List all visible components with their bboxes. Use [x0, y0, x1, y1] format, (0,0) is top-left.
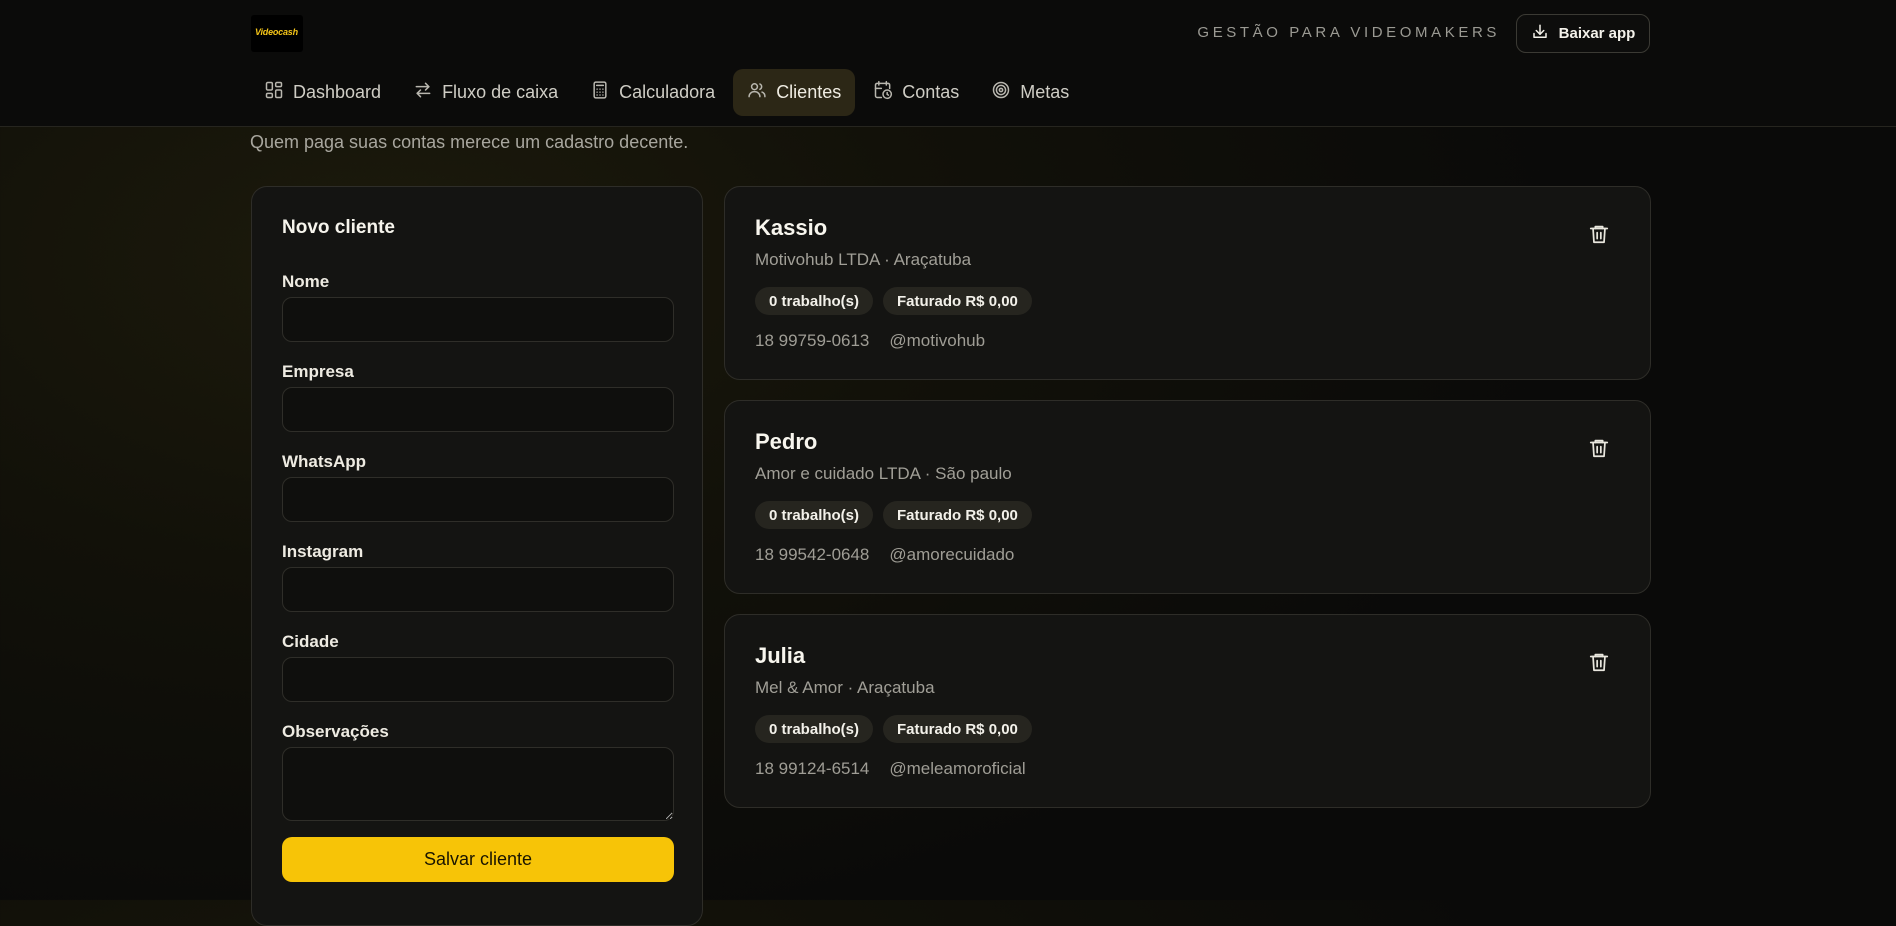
save-client-button[interactable]: Salvar cliente	[282, 837, 674, 882]
client-phone: 18 99542-0648	[755, 545, 870, 564]
client-name: Kassio	[755, 215, 828, 240]
grid-icon	[264, 80, 284, 105]
nav-item-calculadora[interactable]: Calculadora	[576, 69, 729, 116]
download-app-label: Baixar app	[1558, 25, 1636, 42]
top-bar: Videocash GESTÃO PARA VIDEOMAKERS Baixar…	[0, 0, 1896, 127]
nav-label-contas: Contas	[902, 82, 960, 102]
client-instagram: @meleamoroficial	[889, 759, 1026, 778]
nav-item-fluxo-de-caixa[interactable]: Fluxo de caixa	[399, 69, 572, 116]
nav-label-clientes: Clientes	[776, 82, 842, 102]
page-subtitle: Quem paga suas contas merece um cadastro…	[250, 132, 689, 152]
client-badges: 0 trabalho(s) Faturado R$ 0,00	[755, 501, 1032, 529]
main-nav: Dashboard Fluxo de caixa Calculadora Cli…	[250, 69, 1083, 116]
observacoes-label: Observações	[282, 722, 389, 741]
trash-icon	[1588, 439, 1610, 463]
billed-badge: Faturado R$ 0,00	[883, 287, 1032, 315]
client-name: Julia	[755, 643, 806, 668]
instagram-field[interactable]	[282, 567, 674, 612]
billed-badge: Faturado R$ 0,00	[883, 501, 1032, 529]
nav-label-metas: Metas	[1020, 82, 1070, 102]
download-app-button[interactable]: Baixar app	[1516, 14, 1650, 53]
client-badges: 0 trabalho(s) Faturado R$ 0,00	[755, 287, 1032, 315]
cidade-field[interactable]	[282, 657, 674, 702]
nome-field[interactable]	[282, 297, 674, 342]
nav-label-fluxo-de-caixa: Fluxo de caixa	[442, 82, 559, 102]
nav-item-clientes[interactable]: Clientes	[733, 69, 856, 116]
target-icon	[991, 80, 1011, 105]
client-details: Motivohub LTDA · Araçatuba	[755, 250, 972, 269]
nav-item-dashboard[interactable]: Dashboard	[250, 69, 395, 116]
nav-item-metas[interactable]: Metas	[977, 69, 1083, 116]
client-details: Amor e cuidado LTDA · São paulo	[755, 464, 1012, 483]
client-card: Pedro Amor e cuidado LTDA · São paulo 0 …	[724, 400, 1651, 594]
client-instagram: @motivohub	[889, 331, 986, 350]
nav-label-calculadora: Calculadora	[619, 82, 716, 102]
download-icon	[1531, 23, 1549, 45]
whatsapp-field[interactable]	[282, 477, 674, 522]
nav-item-contas[interactable]: Contas	[859, 69, 973, 116]
client-name: Pedro	[755, 429, 818, 454]
client-contacts: 18 99759-0613 @motivohub	[755, 331, 985, 351]
billed-badge: Faturado R$ 0,00	[883, 715, 1032, 743]
client-card: Kassio Motivohub LTDA · Araçatuba 0 trab…	[724, 186, 1651, 380]
empresa-field[interactable]	[282, 387, 674, 432]
new-client-form: Novo cliente Nome Empresa WhatsApp Insta…	[251, 186, 703, 926]
arrows-exchange-icon	[413, 80, 433, 105]
delete-client-button[interactable]	[1588, 223, 1610, 245]
trash-icon	[1588, 653, 1610, 677]
form-title: Novo cliente	[282, 217, 395, 238]
client-phone: 18 99124-6514	[755, 759, 870, 778]
whatsapp-label: WhatsApp	[282, 452, 367, 471]
logo-text: Videocash	[255, 27, 298, 37]
jobs-badge: 0 trabalho(s)	[755, 501, 874, 529]
nome-label: Nome	[282, 272, 330, 291]
delete-client-button[interactable]	[1588, 437, 1610, 459]
calculator-icon	[590, 80, 610, 105]
trash-icon	[1588, 225, 1610, 249]
client-card: Julia Mel & Amor · Araçatuba 0 trabalho(…	[724, 614, 1651, 808]
nav-label-dashboard: Dashboard	[293, 82, 382, 102]
empresa-label: Empresa	[282, 362, 354, 381]
jobs-badge: 0 trabalho(s)	[755, 287, 874, 315]
observacoes-field[interactable]	[282, 747, 674, 821]
cidade-label: Cidade	[282, 632, 339, 651]
client-phone: 18 99759-0613	[755, 331, 870, 350]
app-logo[interactable]: Videocash	[251, 15, 303, 52]
client-details: Mel & Amor · Araçatuba	[755, 678, 935, 697]
client-contacts: 18 99124-6514 @meleamoroficial	[755, 759, 1026, 779]
client-contacts: 18 99542-0648 @amorecuidado	[755, 545, 1014, 565]
client-instagram: @amorecuidado	[889, 545, 1015, 564]
instagram-label: Instagram	[282, 542, 364, 561]
calendar-clock-icon	[873, 80, 893, 105]
delete-client-button[interactable]	[1588, 651, 1610, 673]
jobs-badge: 0 trabalho(s)	[755, 715, 874, 743]
client-badges: 0 trabalho(s) Faturado R$ 0,00	[755, 715, 1032, 743]
users-icon	[747, 80, 767, 105]
header-tagline: GESTÃO PARA VIDEOMAKERS	[1197, 24, 1500, 41]
